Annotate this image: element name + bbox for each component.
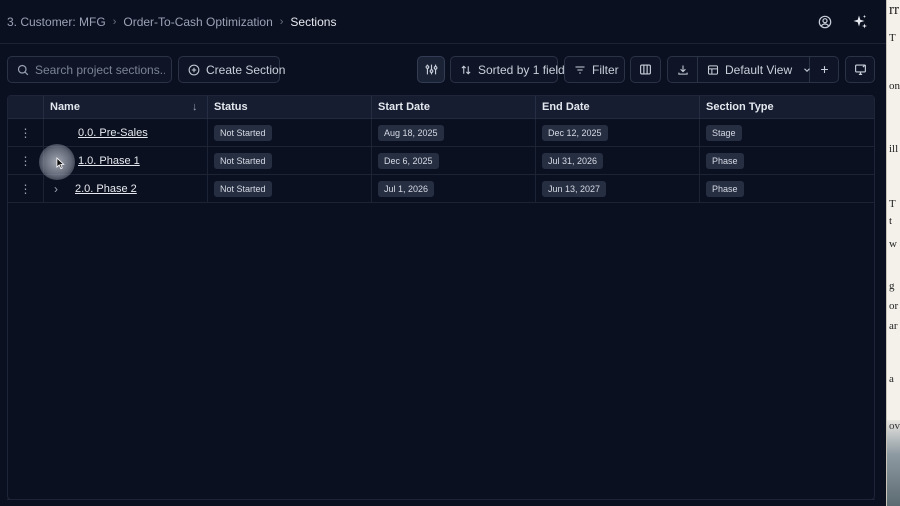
row-menu-icon[interactable]: ⋮	[8, 147, 43, 175]
section-name-link[interactable]: 1.0. Phase 1	[78, 155, 140, 167]
breadcrumb-customer[interactable]: 3. Customer: MFG	[7, 15, 106, 29]
filter-label: Filter	[592, 62, 619, 77]
sections-table: Name ↓ Status Start Date End Date Sectio…	[7, 95, 875, 500]
section-name-link[interactable]: 2.0. Phase 2	[75, 183, 137, 195]
start-date-badge: Dec 6, 2025	[378, 153, 439, 169]
start-date-badge: Aug 18, 2025	[378, 125, 444, 141]
breadcrumb-project[interactable]: Order-To-Cash Optimization	[123, 15, 272, 29]
expand-chevron-icon[interactable]: ›	[54, 182, 58, 196]
search-box[interactable]	[7, 56, 172, 83]
header-name[interactable]: Name ↓	[43, 96, 207, 119]
view-label: Default View	[725, 62, 793, 77]
row-menu-icon[interactable]: ⋮	[8, 175, 43, 203]
table-row[interactable]: ⋮ 1.0. Phase 1 Not Started Dec 6, 2025 J…	[8, 147, 874, 175]
filter-button[interactable]: Filter	[564, 56, 625, 83]
user-circle-icon[interactable]	[814, 11, 836, 33]
breadcrumb-current: Sections	[290, 14, 337, 29]
table-header: Name ↓ Status Start Date End Date Sectio…	[8, 96, 874, 119]
chevron-right-icon: ›	[112, 15, 117, 28]
status-badge: Not Started	[214, 125, 272, 141]
create-section-button[interactable]: Create Section	[178, 56, 285, 83]
section-type-badge: Stage	[706, 125, 742, 141]
adjust-columns-button[interactable]	[417, 56, 445, 83]
status-badge: Not Started	[214, 181, 272, 197]
download-button[interactable]	[668, 57, 698, 82]
side-fragment: ar	[889, 320, 898, 332]
section-type-badge: Phase	[706, 181, 744, 197]
side-fragment: T	[889, 198, 896, 210]
filter-icon	[575, 65, 585, 74]
side-fragment: t	[889, 215, 893, 227]
status-badge: Not Started	[214, 153, 272, 169]
end-date-badge: Dec 12, 2025	[542, 125, 608, 141]
search-icon	[17, 64, 29, 75]
sort-arrows-icon	[461, 65, 471, 74]
add-view-button[interactable]	[810, 57, 838, 82]
sparkle-icon[interactable]	[849, 11, 871, 33]
table-row[interactable]: ⋮ › 2.0. Phase 2 Not Started Jul 1, 2026…	[8, 175, 874, 203]
search-input[interactable]	[35, 62, 165, 77]
view-selector[interactable]: Default View	[698, 57, 811, 82]
side-image	[887, 420, 900, 506]
side-fragment: a	[889, 373, 894, 385]
header-start-date[interactable]: Start Date	[371, 96, 535, 119]
mouse-cursor-icon	[56, 157, 65, 170]
view-controls: Default View	[667, 56, 839, 83]
section-type-badge: Phase	[706, 153, 744, 169]
sort-down-icon[interactable]: ↓	[192, 96, 198, 119]
side-fragment: ov	[889, 420, 900, 432]
header-status[interactable]: Status	[207, 96, 371, 119]
row-menu-icon[interactable]: ⋮	[8, 119, 43, 147]
side-fragment: on	[889, 80, 900, 92]
side-fragment: w	[889, 238, 897, 250]
background-window-edge: rr T on ill T t w g or ar a ov	[886, 0, 900, 506]
plus-icon	[820, 66, 828, 73]
chevron-right-icon: ›	[279, 15, 284, 28]
sort-label: Sorted by 1 field	[478, 62, 565, 77]
monitor-icon	[854, 64, 866, 75]
top-bar: 3. Customer: MFG › Order-To-Cash Optimiz…	[0, 0, 886, 44]
side-fragment: T	[889, 32, 896, 44]
section-name-link[interactable]: 0.0. Pre-Sales	[78, 127, 148, 139]
columns-button[interactable]	[630, 56, 661, 83]
side-fragment: or	[889, 300, 899, 312]
breadcrumb: 3. Customer: MFG › Order-To-Cash Optimiz…	[0, 15, 336, 29]
end-date-badge: Jun 13, 2027	[542, 181, 607, 197]
header-section-type[interactable]: Section Type	[699, 96, 874, 119]
app-window: 3. Customer: MFG › Order-To-Cash Optimiz…	[0, 0, 886, 506]
side-fragment: g	[889, 280, 895, 292]
present-button[interactable]	[845, 56, 875, 83]
header-actions	[8, 96, 43, 119]
sliders-icon	[425, 64, 437, 75]
header-end-date[interactable]: End Date	[535, 96, 699, 119]
create-section-label: Create Section	[206, 62, 286, 77]
header-name-label: Name	[50, 101, 80, 113]
start-date-badge: Jul 1, 2026	[378, 181, 435, 197]
plus-circle-icon	[188, 64, 200, 75]
table-row[interactable]: ⋮ 0.0. Pre-Sales Not Started Aug 18, 202…	[8, 119, 874, 147]
horizontal-scrollbar[interactable]	[7, 499, 875, 500]
end-date-badge: Jul 31, 2026	[542, 153, 604, 169]
sort-button[interactable]: Sorted by 1 field	[450, 56, 565, 83]
table-layout-icon	[707, 64, 719, 75]
columns-icon	[640, 64, 651, 75]
side-fragment: rr	[889, 2, 899, 18]
download-icon	[677, 65, 688, 75]
toolbar: Create Section Sorted by 1 field Filter …	[0, 56, 886, 84]
side-fragment: ill	[889, 143, 899, 155]
